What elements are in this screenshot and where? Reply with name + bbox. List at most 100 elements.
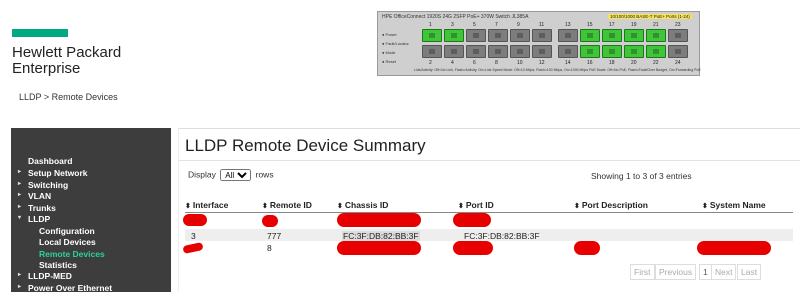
sidebar-subitem-remote-devices[interactable]: Remote Devices — [39, 249, 105, 259]
pager-last-button[interactable]: Last — [737, 264, 762, 280]
sort-icon: ⬍ — [458, 203, 464, 210]
switch-port-12[interactable] — [532, 45, 552, 58]
expand-arrow-icon: ▸ — [18, 272, 22, 278]
switch-port-7[interactable] — [488, 29, 508, 42]
port-number: 9 — [517, 22, 520, 28]
pager-previous-button[interactable]: Previous — [655, 264, 697, 280]
switch-port-4[interactable] — [444, 45, 464, 58]
pager-page-1-button[interactable]: 1 — [699, 264, 712, 280]
switch-led-label: ● Reset — [382, 59, 396, 64]
port-number: 22 — [653, 60, 659, 66]
sidebar-item-poe[interactable]: ▸ Power Over Ethernet — [18, 283, 112, 292]
switch-port-17[interactable] — [602, 29, 622, 42]
display-label: Display — [188, 169, 216, 180]
switch-port-24[interactable] — [668, 45, 688, 58]
column-header-interface[interactable]: ⬍ Interface — [185, 200, 228, 210]
switch-led-label: ● Fault/Locator — [382, 41, 409, 46]
switch-port-18[interactable] — [602, 45, 622, 58]
port-number: 18 — [609, 60, 615, 66]
port-number: 10 — [517, 60, 523, 66]
switch-port-8[interactable] — [488, 45, 508, 58]
switch-port-15[interactable] — [580, 29, 600, 42]
expand-arrow-icon: ▸ — [18, 284, 22, 290]
sidebar-item-label: Dashboard — [28, 156, 73, 166]
switch-port-22[interactable] — [646, 45, 666, 58]
expand-arrow-icon: ▸ — [18, 169, 22, 175]
column-header-label: System Name — [709, 200, 766, 210]
cell-remote-id: 777 — [267, 231, 282, 241]
cell-chassis-id: FC:3F:DB:82:BB:3F — [342, 231, 420, 241]
breadcrumb: LLDP > Remote Devices — [19, 92, 118, 102]
port-number: 8 — [495, 60, 498, 66]
port-number: 17 — [609, 22, 615, 28]
switch-legend: Link/Activity: Off=No Link, Flash=Activi… — [414, 68, 701, 72]
logo-bar — [12, 29, 68, 37]
switch-port-2[interactable] — [422, 45, 442, 58]
sidebar-subitem-configuration[interactable]: Configuration — [39, 226, 95, 236]
column-header-chassis-id[interactable]: ⬍ Chassis ID — [337, 200, 388, 210]
port-number: 5 — [473, 22, 476, 28]
collapse-arrow-icon: ▾ — [18, 215, 22, 221]
redaction-mark — [337, 241, 421, 255]
port-number: 3 — [451, 22, 454, 28]
expand-arrow-icon: ▸ — [18, 204, 22, 210]
switch-port-14[interactable] — [558, 45, 578, 58]
sidebar-item-switching[interactable]: ▸ Switching — [18, 180, 68, 190]
port-number: 19 — [631, 22, 637, 28]
switch-port-5[interactable] — [466, 29, 486, 42]
redaction-mark — [453, 241, 493, 255]
switch-port-badge: 10/100/1000 BASE-T PoE+ Ports (1-24) — [608, 14, 692, 19]
port-number: 14 — [565, 60, 571, 66]
sidebar-item-vlan[interactable]: ▸ VLAN — [18, 191, 51, 201]
column-header-port-id[interactable]: ⬍ Port ID — [458, 200, 494, 210]
logo-text-line1: Hewlett Packard — [12, 44, 122, 61]
cell-remote-id: 8 — [267, 243, 272, 253]
port-number: 24 — [675, 60, 681, 66]
switch-port-23[interactable] — [668, 29, 688, 42]
port-number: 23 — [675, 22, 681, 28]
column-header-port-description[interactable]: ⬍ Port Description — [574, 200, 648, 210]
rows-select[interactable]: All — [220, 169, 252, 181]
switch-port-16[interactable] — [580, 45, 600, 58]
sidebar-nav: Dashboard ▸ Setup Network ▸ Switching ▸ VLA… — [11, 128, 171, 292]
switch-port-1[interactable] — [422, 29, 442, 42]
expand-arrow-icon: ▸ — [18, 192, 22, 198]
switch-port-3[interactable] — [444, 29, 464, 42]
page-title: LLDP Remote Device Summary — [185, 136, 426, 155]
entries-info: Showing 1 to 3 of 3 entries — [591, 171, 692, 181]
sidebar-item-label: Setup Network — [28, 168, 88, 178]
sidebar-item-lldp-med[interactable]: ▸ LLDP-MED — [18, 271, 72, 281]
sidebar-item-setup-network[interactable]: ▸ Setup Network — [18, 168, 88, 178]
logo-text-line2: Enterprise — [12, 60, 81, 77]
sidebar-item-trunks[interactable]: ▸ Trunks — [18, 203, 56, 213]
switch-port-19[interactable] — [624, 29, 644, 42]
port-number: 7 — [495, 22, 498, 28]
column-header-label: Interface — [192, 200, 229, 210]
column-header-system-name[interactable]: ⬍ System Name — [702, 200, 766, 210]
sidebar-item-lldp[interactable]: ▾ LLDP — [18, 214, 50, 224]
sidebar-item-dashboard[interactable]: Dashboard — [28, 156, 72, 166]
switch-port-13[interactable] — [558, 29, 578, 42]
switch-port-9[interactable] — [510, 29, 530, 42]
sort-icon: ⬍ — [337, 203, 343, 210]
pager-next-button[interactable]: Next — [711, 264, 737, 280]
port-number: 2 — [429, 60, 432, 66]
sidebar-subitem-statistics[interactable]: Statistics — [39, 260, 77, 270]
port-number: 1 — [429, 22, 432, 28]
sidebar-subitem-local-devices[interactable]: Local Devices — [39, 237, 96, 247]
cell-interface: 3 — [191, 231, 196, 241]
sidebar-item-label: Trunks — [28, 203, 56, 213]
switch-port-10[interactable] — [510, 45, 530, 58]
redaction-mark — [697, 241, 771, 255]
column-header-label: Chassis ID — [344, 200, 389, 210]
column-header-remote-id[interactable]: ⬍ Remote ID — [262, 200, 312, 210]
switch-port-20[interactable] — [624, 45, 644, 58]
hpe-logo: Hewlett Packard Enterprise — [12, 29, 121, 77]
switch-port-21[interactable] — [646, 29, 666, 42]
column-header-label: Port ID — [465, 200, 494, 210]
switch-port-11[interactable] — [532, 29, 552, 42]
pager-first-button[interactable]: First — [630, 264, 655, 280]
switch-port-6[interactable] — [466, 45, 486, 58]
cell-port-id: FC:3F:DB:82:BB:3F — [464, 231, 540, 241]
column-header-label: Remote ID — [269, 200, 312, 210]
